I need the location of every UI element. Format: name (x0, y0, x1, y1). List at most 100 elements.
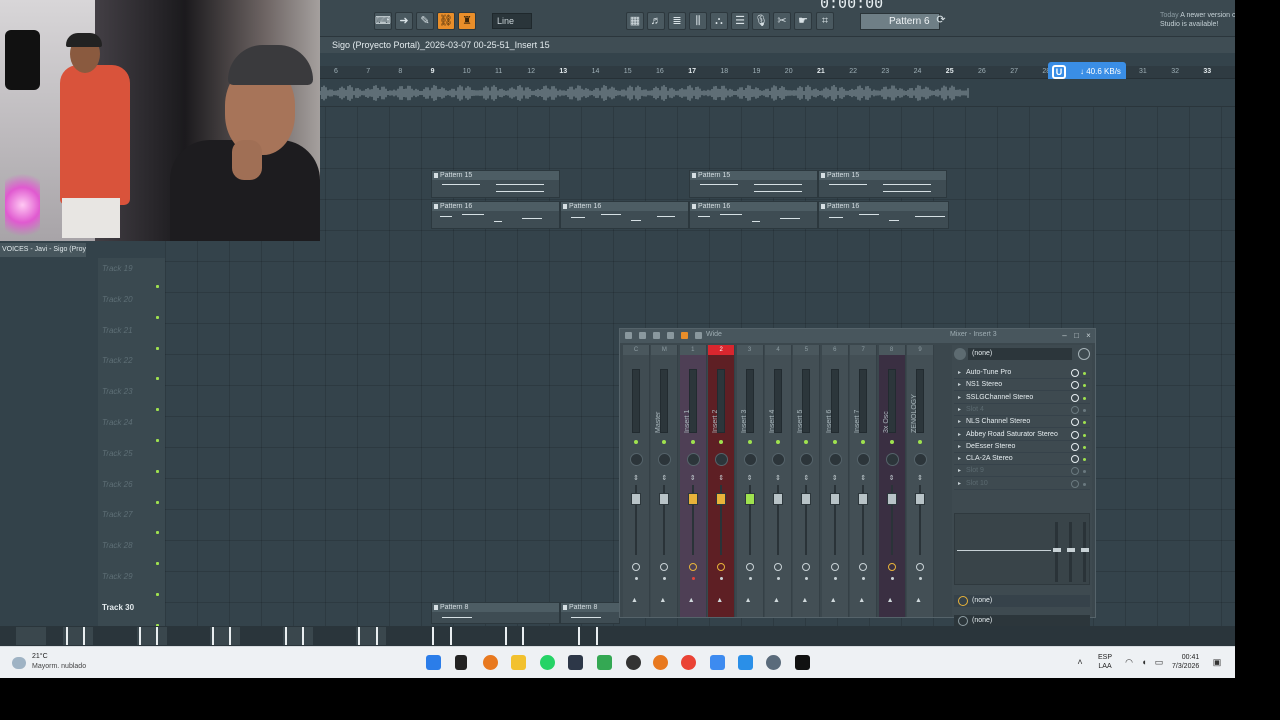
language-indicator[interactable]: ESP LAA (1098, 653, 1112, 671)
mix-level-knob-icon[interactable] (1071, 467, 1079, 476)
track-active-led[interactable] (156, 500, 159, 504)
mix-level-knob-icon[interactable] (1071, 393, 1079, 402)
mix-level-knob-icon[interactable] (1071, 418, 1079, 427)
volume-fader[interactable] (744, 493, 755, 505)
stereo-arrows-icon[interactable]: ⇕ (917, 474, 923, 482)
step-edit-icon[interactable]: ➜ (395, 12, 413, 30)
eq-fader-handle[interactable] (1081, 548, 1089, 552)
slot-enable-led[interactable] (1083, 445, 1086, 449)
fx-eq-panel[interactable] (954, 513, 1090, 585)
send-circle-icon[interactable] (916, 563, 924, 571)
draw-tool-icon[interactable]: ✎ (416, 12, 434, 30)
route-arrow-icon[interactable]: ▲ (659, 597, 666, 604)
notification-icon[interactable]: ▣ (1212, 658, 1222, 667)
battery-icon[interactable]: ▭ (1154, 658, 1164, 667)
slot-expand-icon[interactable]: ▸ (958, 392, 961, 404)
slot-expand-icon[interactable]: ▸ (958, 379, 961, 391)
playlist-clip[interactable]: Pattern 15 (431, 170, 560, 198)
stereo-arrows-icon[interactable]: ⇕ (832, 474, 838, 482)
track-label[interactable]: Track 30 (102, 603, 134, 612)
pan-knob[interactable] (800, 453, 814, 466)
mix-level-knob-icon[interactable] (1071, 381, 1079, 390)
task-view-icon[interactable] (455, 655, 467, 670)
close-icon[interactable]: × (1084, 331, 1093, 340)
slot-enable-led[interactable] (1083, 396, 1086, 400)
pan-knob[interactable] (828, 453, 842, 466)
volume-fader[interactable] (801, 493, 812, 505)
mixer-strip[interactable]: 6 Insert 6 ⇕ ▲ (821, 345, 849, 617)
strip-enable-led[interactable] (918, 440, 922, 444)
slot-enable-led[interactable] (1083, 482, 1086, 486)
route-in[interactable]: (none) (954, 595, 1090, 607)
slot-enable-led[interactable] (1083, 458, 1086, 462)
slot-enable-led[interactable] (1083, 408, 1086, 412)
track-active-led[interactable] (156, 377, 159, 381)
pan-knob[interactable] (715, 453, 729, 466)
send-circle-icon[interactable] (660, 563, 669, 571)
stereo-arrows-icon[interactable]: ⇕ (633, 474, 639, 482)
track-label[interactable]: Track 25 (102, 449, 133, 458)
eq-fader[interactable] (1069, 522, 1072, 582)
record-icon[interactable]: ✂ (773, 12, 791, 30)
strip-enable-led[interactable] (832, 440, 837, 444)
track-active-led[interactable] (156, 593, 159, 596)
mix-level-knob-icon[interactable] (1071, 369, 1079, 377)
playlist-clip[interactable]: Pattern 8 (431, 602, 560, 624)
windows-start-icon[interactable] (426, 655, 441, 670)
netmon-taskbar-icon[interactable] (738, 655, 753, 670)
strip-enable-led[interactable] (719, 440, 724, 444)
whatsapp-icon[interactable] (540, 655, 555, 670)
fx-slot[interactable]: ▸ CLA-2A Stereo (954, 453, 1090, 466)
plugin-icon[interactable]: 🎙 (752, 12, 770, 30)
route-arrow-icon[interactable]: ▲ (915, 597, 922, 604)
volume-fader[interactable] (915, 493, 925, 505)
record-arm-dot[interactable] (833, 577, 837, 580)
fx-slot[interactable]: ▸ SSLGChannel Stereo (954, 392, 1090, 404)
pattern-select[interactable]: Pattern 6 (860, 13, 940, 30)
slot-enable-led[interactable] (1083, 372, 1086, 375)
record-arm-dot[interactable] (919, 577, 922, 580)
strip-enable-led[interactable] (889, 440, 894, 444)
mixer-strip[interactable]: 7 Insert 7 ⇕ ▲ (850, 345, 878, 617)
settings-icon[interactable] (766, 655, 781, 670)
record-arm-dot[interactable] (691, 577, 695, 580)
stereo-arrows-icon[interactable]: ⇕ (718, 474, 724, 482)
slot-enable-led[interactable] (1083, 470, 1086, 474)
playlist-clip[interactable]: Pattern 16 (560, 201, 689, 229)
record-arm-dot[interactable] (890, 577, 894, 580)
eq-fader[interactable] (1055, 522, 1058, 582)
fx-enable-icon[interactable] (1078, 348, 1090, 360)
volume-fader[interactable] (687, 493, 698, 505)
fx-slot[interactable]: ▸ Slot 9 (954, 465, 1090, 478)
pan-knob[interactable] (885, 453, 899, 466)
mixer-strip[interactable]: 2 Insert 2 ⇕ ▲ (708, 345, 736, 617)
track-active-led[interactable] (156, 439, 159, 442)
channel-rack-icon[interactable]: ≣ (668, 12, 686, 30)
send-circle-icon[interactable] (774, 563, 782, 571)
obs-icon[interactable] (626, 655, 641, 670)
strip-enable-led[interactable] (747, 440, 752, 444)
stereo-arrows-icon[interactable]: ⇕ (747, 474, 753, 482)
strip-enable-led[interactable] (861, 440, 866, 444)
eq-fader[interactable] (1083, 522, 1086, 582)
playlist-clip[interactable]: Pattern 16 (689, 201, 818, 229)
send-circle-icon[interactable] (887, 563, 896, 571)
track-label[interactable]: Track 24 (102, 418, 133, 427)
piano-roll-icon[interactable]: ♬ (647, 12, 665, 30)
mixer-strip[interactable]: M Master ⇕ ▲ (651, 345, 679, 617)
slot-enable-led[interactable] (1083, 384, 1086, 388)
send-circle-icon[interactable] (688, 563, 697, 571)
playlist-tab[interactable]: VOICES - Javi - Sigo (Proy... (0, 243, 86, 257)
mix-level-knob-icon[interactable] (1071, 479, 1079, 488)
pan-knob[interactable] (772, 453, 785, 466)
send-circle-icon[interactable] (802, 563, 811, 571)
mixer-strip[interactable]: C ⇕ ▲ (623, 345, 650, 617)
record-arm-dot[interactable] (805, 577, 809, 580)
file-explorer-icon[interactable] (511, 655, 526, 670)
plugin-picker-icon[interactable]: ⛬ (710, 12, 728, 30)
fx-slot[interactable]: ▸ Slot 4 (954, 404, 1090, 416)
track-label[interactable]: Track 21 (102, 326, 133, 335)
fl-studio-icon[interactable] (653, 655, 668, 670)
track-label[interactable]: Track 20 (102, 295, 133, 304)
mixer-strip[interactable]: 8 3x Osc ⇕ ▲ (878, 345, 906, 617)
